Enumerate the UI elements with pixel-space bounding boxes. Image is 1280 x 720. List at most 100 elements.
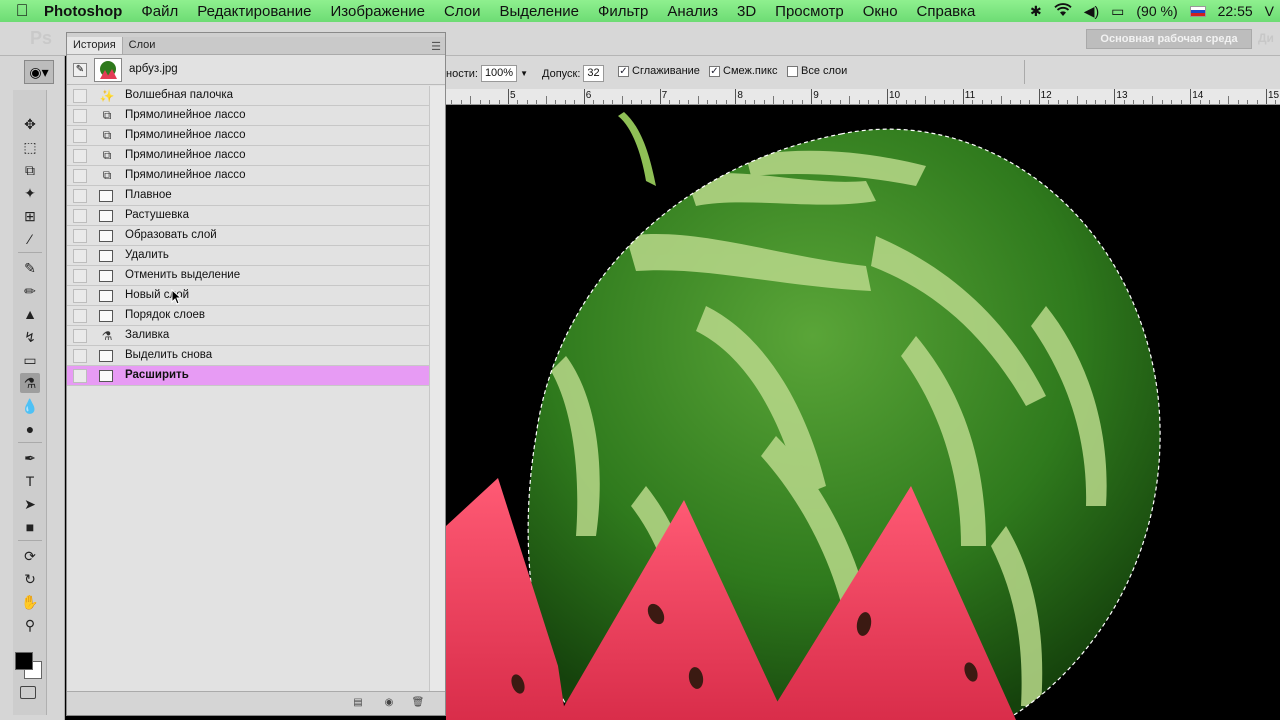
user-menu[interactable]: V — [1265, 3, 1274, 19]
healing-brush-tool-icon[interactable]: ✎ — [20, 258, 40, 278]
history-brush-source-checkbox[interactable] — [73, 149, 87, 163]
history-brush-source-checkbox[interactable] — [73, 269, 87, 283]
history-state[interactable]: ⧉ Прямолинейное лассо — [67, 126, 429, 146]
brush-tool-icon[interactable]: ✏ — [20, 281, 40, 301]
tool-preset-picker[interactable]: ◉▾ — [24, 60, 54, 84]
history-state[interactable]: Расширить — [67, 366, 429, 386]
eyedropper-tool-icon[interactable]: ⁄ — [20, 229, 40, 249]
history-state[interactable]: Плавное — [67, 186, 429, 206]
all-layers-option[interactable]: Все слои — [787, 65, 847, 77]
history-scrollbar[interactable] — [429, 86, 445, 691]
quick-mask-icon[interactable] — [20, 686, 36, 699]
history-brush-tool-icon[interactable]: ↯ — [20, 327, 40, 347]
pen-tool-icon[interactable]: ✒ — [20, 448, 40, 468]
tolerance-input[interactable]: 32 — [583, 65, 604, 82]
delete-state-icon[interactable]: 🗑 — [411, 697, 425, 710]
antialias-option[interactable]: ✓ Сглаживание — [618, 65, 700, 77]
hand-tool-icon[interactable]: ✋ — [20, 592, 40, 612]
history-brush-source-checkbox[interactable] — [73, 289, 87, 303]
opacity-input[interactable]: 100% — [480, 65, 518, 82]
crop-tool-icon[interactable]: ⊞ — [20, 206, 40, 226]
menu-window[interactable]: Окно — [863, 3, 898, 20]
opacity-dropdown-icon[interactable]: ▼ — [520, 69, 528, 78]
menu-edit[interactable]: Редактирование — [197, 3, 311, 20]
paint-bucket-tool-icon[interactable]: ⚗ — [20, 373, 40, 393]
contiguous-checkbox[interactable]: ✓ — [709, 65, 720, 77]
path-selection-tool-icon[interactable]: ➤ — [20, 494, 40, 514]
history-state[interactable]: Отменить выделение — [67, 266, 429, 286]
lasso-tool-icon[interactable]: ⧉ — [20, 160, 40, 180]
3d-rotate-tool-icon[interactable]: ⟳ — [20, 546, 40, 566]
history-snapshot[interactable]: ✎ арбуз.jpg — [67, 55, 445, 85]
bluetooth-icon[interactable]: ✱ — [1030, 3, 1042, 20]
antialias-checkbox[interactable]: ✓ — [618, 65, 629, 77]
app-menu[interactable]: Photoshop — [44, 3, 122, 20]
menu-3d[interactable]: 3D — [737, 3, 756, 20]
marquee-tool-icon[interactable]: ⬚ — [20, 137, 40, 157]
menu-select[interactable]: Выделение — [499, 3, 578, 20]
history-brush-source-checkbox[interactable] — [73, 229, 87, 243]
menu-analysis[interactable]: Анализ — [667, 3, 718, 20]
dodge-tool-icon[interactable]: ● — [20, 419, 40, 439]
move-tool-icon[interactable]: ✥ — [20, 114, 40, 134]
menu-layers[interactable]: Слои — [444, 3, 480, 20]
history-brush-source-checkbox[interactable] — [73, 189, 87, 203]
panel-menu-icon[interactable]: ☰ — [431, 40, 441, 53]
history-brush-source-checkbox[interactable] — [73, 349, 87, 363]
mouse-cursor — [171, 289, 183, 305]
history-brush-source-checkbox[interactable] — [73, 169, 87, 183]
battery-icon[interactable]: ▭ — [1111, 3, 1124, 20]
new-snapshot-icon[interactable]: ◉ — [382, 697, 396, 710]
apple-icon[interactable]:  — [0, 1, 44, 21]
blur-tool-icon[interactable]: 💧 — [20, 396, 40, 416]
shape-tool-icon[interactable]: ■ — [20, 517, 40, 537]
history-brush-source-checkbox[interactable] — [73, 209, 87, 223]
new-document-from-state-icon[interactable]: ▤ — [351, 697, 365, 710]
workspace-more[interactable]: Ди — [1258, 31, 1274, 45]
menu-view[interactable]: Просмотр — [775, 3, 844, 20]
history-state[interactable]: ⧉ Прямолинейное лассо — [67, 166, 429, 186]
history-state[interactable]: Порядок слоев — [67, 306, 429, 326]
input-language-flag[interactable] — [1189, 5, 1206, 17]
volume-icon[interactable]: ◀) — [1084, 3, 1099, 20]
history-state[interactable]: ✨ Волшебная палочка — [67, 86, 429, 106]
tab-layers[interactable]: Слои — [123, 37, 162, 54]
history-brush-source-checkbox[interactable] — [73, 309, 87, 323]
history-brush-source-checkbox[interactable] — [73, 129, 87, 143]
type-tool-icon[interactable]: T — [20, 471, 40, 491]
history-brush-source-checkbox[interactable] — [73, 369, 87, 383]
horizontal-ruler[interactable]: 5 6 7 8 9 10 11 12 13 14 15 — [446, 89, 1280, 105]
ruler-label: 5 — [510, 90, 516, 101]
tab-history[interactable]: История — [67, 37, 123, 54]
quick-select-tool-icon[interactable]: ✦ — [20, 183, 40, 203]
history-brush-source-checkbox[interactable] — [73, 329, 87, 343]
menu-image[interactable]: Изображение — [330, 3, 425, 20]
contiguous-option[interactable]: ✓ Смеж.пикс — [709, 65, 777, 77]
clone-stamp-tool-icon[interactable]: ▲ — [20, 304, 40, 324]
history-brush-source-checkbox[interactable] — [73, 249, 87, 263]
clock[interactable]: 22:55 — [1218, 3, 1253, 19]
document-canvas[interactable] — [446, 106, 1280, 720]
history-state[interactable]: ⚗ Заливка — [67, 326, 429, 346]
workspace-switcher[interactable]: Основная рабочая среда — [1086, 29, 1252, 49]
eraser-tool-icon[interactable]: ▭ — [20, 350, 40, 370]
history-state[interactable]: Удалить — [67, 246, 429, 266]
history-state[interactable]: Растушевка — [67, 206, 429, 226]
menu-file[interactable]: Файл — [141, 3, 178, 20]
history-brush-source-checkbox[interactable] — [73, 109, 87, 123]
history-brush-source-icon[interactable]: ✎ — [73, 63, 87, 77]
history-state[interactable]: ⧉ Прямолинейное лассо — [67, 106, 429, 126]
menu-help[interactable]: Справка — [917, 3, 976, 20]
history-state[interactable]: Образовать слой — [67, 226, 429, 246]
all-layers-checkbox[interactable] — [787, 65, 798, 77]
wifi-icon[interactable] — [1054, 2, 1072, 20]
foreground-color-front[interactable] — [15, 652, 33, 670]
history-brush-source-checkbox[interactable] — [73, 89, 87, 103]
menu-filter[interactable]: Фильтр — [598, 3, 648, 20]
3d-orbit-tool-icon[interactable]: ↻ — [20, 569, 40, 589]
zoom-tool-icon[interactable]: ⚲ — [20, 615, 40, 635]
history-state[interactable]: Новый слой — [67, 286, 429, 306]
ruler-minor-tick — [489, 100, 491, 104]
history-state[interactable]: Выделить снова — [67, 346, 429, 366]
history-state[interactable]: ⧉ Прямолинейное лассо — [67, 146, 429, 166]
